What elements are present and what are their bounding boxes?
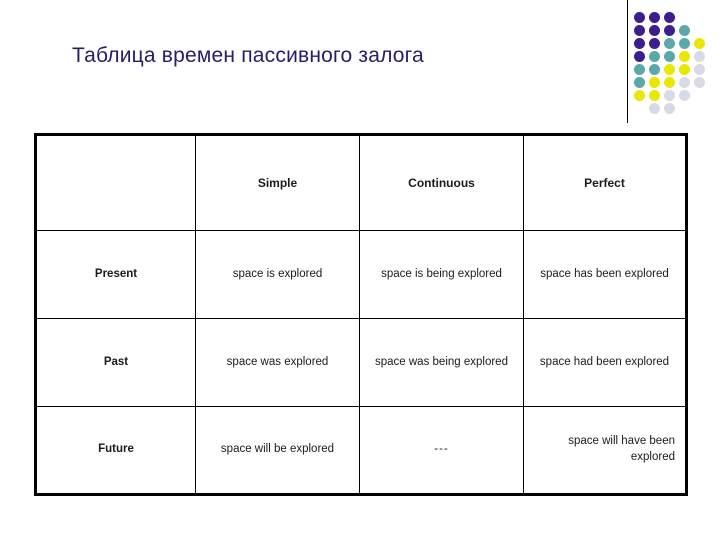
cell-text: space was explored — [226, 355, 329, 368]
row-header-present: Present — [35, 230, 196, 319]
cell-text: space will be explored — [220, 443, 335, 456]
decorative-dot — [664, 90, 675, 101]
decorative-dot — [649, 25, 660, 36]
cell-text: space has been explored — [540, 267, 669, 280]
cell-present-continuous: space is being explored — [359, 230, 524, 319]
row-header-past: Past — [35, 318, 196, 407]
cell-future-simple: space will be explored — [195, 406, 360, 495]
decorative-vertical-rule — [627, 0, 628, 123]
row-header-future: Future — [35, 406, 196, 495]
cell-text: space is explored — [232, 267, 323, 280]
table-row: Future space will be explored --- space … — [35, 406, 687, 495]
decorative-dot — [664, 12, 675, 23]
decorative-dot — [679, 64, 690, 75]
passive-voice-tense-table: Simple Continuous Perfect Present space … — [34, 133, 688, 496]
decorative-dot — [694, 77, 705, 88]
decorative-dot — [649, 64, 660, 75]
cell-text: space will have been explored — [568, 435, 675, 463]
page-title: Таблица времен пассивного залога — [72, 44, 424, 67]
cell-past-simple: space was explored — [195, 318, 360, 407]
decorative-dot — [634, 51, 645, 62]
decorative-dot — [634, 64, 645, 75]
decorative-dot — [649, 103, 660, 114]
decorative-dot — [664, 103, 675, 114]
decorative-dot — [694, 64, 705, 75]
decorative-dot — [679, 25, 690, 36]
cell-past-perfect: space had been explored — [523, 318, 687, 407]
decorative-dot — [649, 12, 660, 23]
decorative-dot — [664, 38, 675, 49]
decorative-dot — [679, 77, 690, 88]
decorative-dot — [679, 90, 690, 101]
table-row: Present space is explored space is being… — [35, 230, 687, 319]
cell-text: --- — [434, 443, 449, 456]
decorative-dot — [679, 51, 690, 62]
decorative-dot — [694, 51, 705, 62]
table-header: Simple Continuous Perfect — [35, 134, 687, 231]
cell-text: space had been explored — [539, 355, 670, 368]
decorative-dot — [634, 77, 645, 88]
table-corner-cell — [35, 134, 196, 231]
cell-text: space was being explored — [375, 355, 508, 368]
cell-present-perfect: space has been explored — [523, 230, 687, 319]
decorative-dot — [649, 38, 660, 49]
decorative-dot-grid — [634, 12, 710, 114]
decorative-dot — [664, 51, 675, 62]
table-row: Past space was explored space was being … — [35, 318, 687, 407]
table-body: Present space is explored space is being… — [35, 230, 687, 495]
cell-text: space is being explored — [381, 267, 502, 280]
decorative-dot — [634, 25, 645, 36]
decorative-dot — [664, 77, 675, 88]
column-header-perfect: Perfect — [523, 134, 687, 231]
decorative-dot — [664, 64, 675, 75]
cell-present-simple: space is explored — [195, 230, 360, 319]
decorative-dot — [634, 38, 645, 49]
cell-future-perfect: space will have been explored — [523, 406, 687, 495]
decorative-dot — [679, 38, 690, 49]
decorative-dot — [649, 77, 660, 88]
decorative-dot — [634, 12, 645, 23]
column-header-simple: Simple — [195, 134, 360, 231]
column-header-continuous: Continuous — [359, 134, 524, 231]
decorative-dot — [649, 90, 660, 101]
decorative-dot — [664, 25, 675, 36]
decorative-dot — [649, 51, 660, 62]
decorative-dot — [634, 90, 645, 101]
cell-past-continuous: space was being explored — [359, 318, 524, 407]
cell-future-continuous: --- — [359, 406, 524, 495]
decorative-dot — [694, 38, 705, 49]
table-header-row: Simple Continuous Perfect — [35, 134, 687, 231]
